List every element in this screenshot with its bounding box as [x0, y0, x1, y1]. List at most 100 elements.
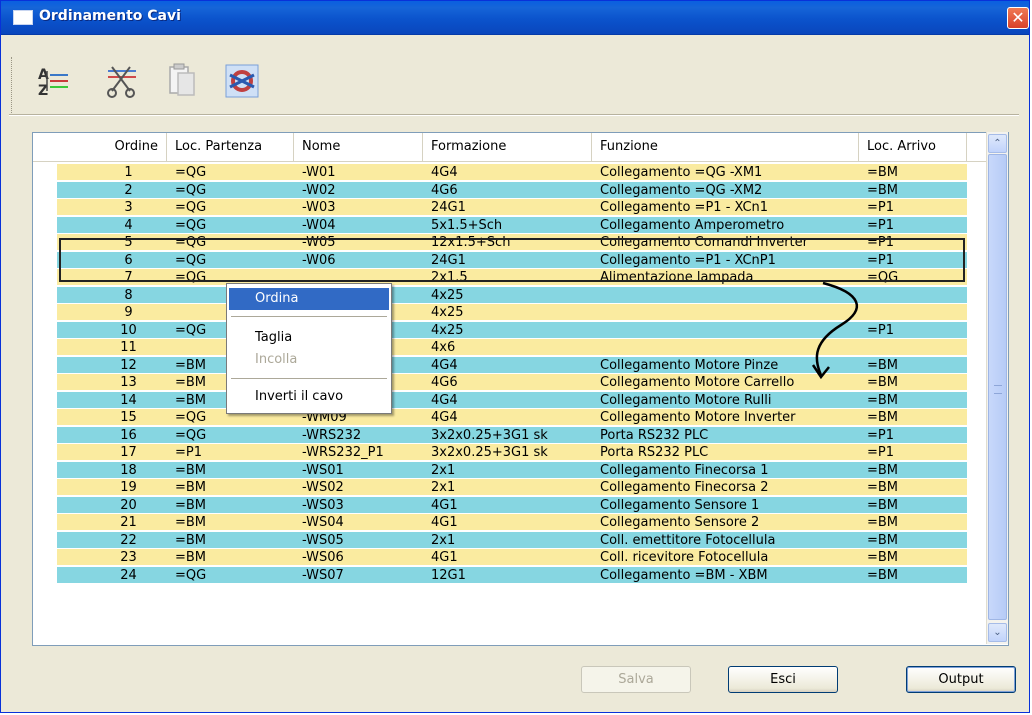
table-cell[interactable]: =BM	[859, 497, 967, 514]
table-cell[interactable]: 4x6	[423, 339, 592, 356]
menu-item-incolla[interactable]: Incolla	[229, 349, 389, 371]
table-cell[interactable]: -W06	[294, 252, 423, 269]
table-cell[interactable]: Collegamento Sensore 2	[592, 514, 859, 531]
table-cell[interactable]: 2x1	[423, 532, 592, 549]
table-cell[interactable]: Coll. ricevitore Fotocellula	[592, 549, 859, 566]
table-cell[interactable]: 3x2x0.25+3G1 sk	[423, 444, 592, 461]
table-cell[interactable]: =BM	[859, 549, 967, 566]
table-cell[interactable]: 4x25	[423, 304, 592, 321]
table-cell[interactable]: 4G6	[423, 182, 592, 199]
col-header-ordine[interactable]: Ordine	[90, 133, 167, 161]
table-cell[interactable]: Collegamento Comandi Inverter	[592, 234, 859, 251]
table-cell[interactable]: =BM	[167, 514, 294, 531]
table-cell[interactable]: =BM	[167, 549, 294, 566]
table-cell[interactable]: 21	[90, 514, 167, 531]
col-header-funzione[interactable]: Funzione	[592, 133, 859, 161]
table-row[interactable]: 22 =BM -WS05 2x1 Coll. emettitore Fotocellul…	[33, 531, 988, 549]
table-cell[interactable]: =QG	[167, 199, 294, 216]
table-row[interactable]: 5 =QG -W05 12x1.5+Sch Collegamento Comandi I…	[33, 234, 988, 251]
table-cell[interactable]: 19	[90, 479, 167, 496]
salva-button[interactable]: Salva	[581, 666, 691, 693]
table-row[interactable]: 21 =BM -WS04 4G1 Collegamento Sensore 2 =BM	[33, 514, 988, 531]
table-cell[interactable]: 4G4	[423, 392, 592, 409]
table-cell[interactable]: 4G1	[423, 514, 592, 531]
table-cell[interactable]: =BM	[859, 182, 967, 199]
table-cell[interactable]: -W02	[294, 182, 423, 199]
table-row[interactable]: 17 =P1 -WRS232_P1 3x2x0.25+3G1 sk Porta RS23…	[33, 444, 988, 461]
table-cell[interactable]: Collegamento Sensore 1	[592, 497, 859, 514]
table-cell[interactable]: 5x1.5+Sch	[423, 217, 592, 234]
table-cell[interactable]: Collegamento =BM - XBM	[592, 567, 859, 584]
table-row[interactable]: 16 =QG -WRS232 3x2x0.25+3G1 sk Porta RS232 P…	[33, 426, 988, 444]
table-cell[interactable]: -W03	[294, 199, 423, 216]
table-cell[interactable]: 23	[90, 549, 167, 566]
table-cell[interactable]: =BM	[859, 567, 967, 584]
table-cell[interactable]: =P1	[859, 217, 967, 234]
table-cell[interactable]: =P1	[859, 199, 967, 216]
table-cell[interactable]: =QG	[167, 427, 294, 444]
col-header-loc-partenza[interactable]: Loc. Partenza	[167, 133, 294, 161]
table-cell[interactable]: =BM	[859, 392, 967, 409]
table-cell[interactable]: Collegamento Motore Rulli	[592, 392, 859, 409]
table-cell[interactable]: -WRS232	[294, 427, 423, 444]
table-cell[interactable]: Collegamento Finecorsa 1	[592, 462, 859, 479]
table-cell[interactable]: =BM	[859, 409, 967, 426]
table-cell[interactable]: =BM	[859, 514, 967, 531]
table-cell[interactable]: 8	[90, 287, 167, 304]
table-cell[interactable]: 6	[90, 252, 167, 269]
table-cell[interactable]: 24G1	[423, 252, 592, 269]
table-row[interactable]: 4 =QG -W04 5x1.5+Sch Collegamento Amperometr…	[33, 216, 988, 234]
table-cell[interactable]: Collegamento =P1 - XCn1	[592, 199, 859, 216]
table-cell[interactable]: 9	[90, 304, 167, 321]
table-cell[interactable]: =BM	[859, 532, 967, 549]
table-cell[interactable]: -WS05	[294, 532, 423, 549]
table-cell[interactable]: 3	[90, 199, 167, 216]
sort-az-icon[interactable]: A Z	[32, 61, 72, 101]
table-cell[interactable]: =P1	[167, 444, 294, 461]
table-cell[interactable]: =BM	[167, 532, 294, 549]
vertical-scrollbar[interactable]: ⌃ ⌄	[986, 132, 1008, 644]
close-button[interactable]: ✕	[1007, 7, 1029, 29]
table-cell[interactable]: 4G1	[423, 497, 592, 514]
table-cell[interactable]: 4G4	[423, 357, 592, 374]
esci-button[interactable]: Esci	[728, 666, 838, 693]
table-cell[interactable]: =QG	[167, 182, 294, 199]
table-cell[interactable]: 4G1	[423, 549, 592, 566]
invert-cable-icon[interactable]	[222, 61, 262, 101]
table-cell[interactable]: 22	[90, 532, 167, 549]
col-header-nome[interactable]: Nome	[294, 133, 423, 161]
table-cell[interactable]: 4x25	[423, 322, 592, 339]
table-cell[interactable]: 7	[90, 269, 167, 286]
table-cell[interactable]: =P1	[859, 252, 967, 269]
table-cell[interactable]: =BM	[859, 164, 967, 181]
table-cell[interactable]: =QG	[167, 567, 294, 584]
table-cell[interactable]: 16	[90, 427, 167, 444]
table-cell[interactable]: 1	[90, 164, 167, 181]
table-cell[interactable]: 10	[90, 322, 167, 339]
table-cell[interactable]: 2x1.5	[423, 269, 592, 286]
table-row[interactable]: 23 =BM -WS06 4G1 Coll. ricevitore Fotocellul…	[33, 549, 988, 566]
table-cell[interactable]: -WS03	[294, 497, 423, 514]
table-cell[interactable]: Collegamento Amperometro	[592, 217, 859, 234]
table-cell[interactable]: 4x25	[423, 287, 592, 304]
table-row[interactable]: 6 =QG -W06 24G1 Collegamento =P1 - XCnP1 =P1	[33, 251, 988, 269]
table-cell[interactable]: =BM	[167, 497, 294, 514]
table-cell[interactable]: -WS01	[294, 462, 423, 479]
table-cell[interactable]: Coll. emettitore Fotocellula	[592, 532, 859, 549]
table-cell[interactable]: -WS04	[294, 514, 423, 531]
table-cell[interactable]: -WS02	[294, 479, 423, 496]
table-cell[interactable]: 17	[90, 444, 167, 461]
scroll-thumb[interactable]	[988, 154, 1007, 620]
table-cell[interactable]: 3x2x0.25+3G1 sk	[423, 427, 592, 444]
scroll-up-button[interactable]: ⌃	[988, 134, 1007, 153]
title-bar[interactable]: Ordinamento Cavi ✕	[1, 1, 1029, 35]
table-cell[interactable]: 13	[90, 374, 167, 391]
table-cell[interactable]: 2x1	[423, 462, 592, 479]
table-cell[interactable]: =P1	[859, 427, 967, 444]
table-cell[interactable]: =QG	[167, 164, 294, 181]
paste-icon[interactable]	[162, 61, 202, 101]
table-cell[interactable]: =QG	[167, 217, 294, 234]
table-cell[interactable]: 14	[90, 392, 167, 409]
table-cell[interactable]: Collegamento =P1 - XCnP1	[592, 252, 859, 269]
table-row[interactable]: 3 =QG -W03 24G1 Collegamento =P1 - XCn1 =P1	[33, 199, 988, 216]
